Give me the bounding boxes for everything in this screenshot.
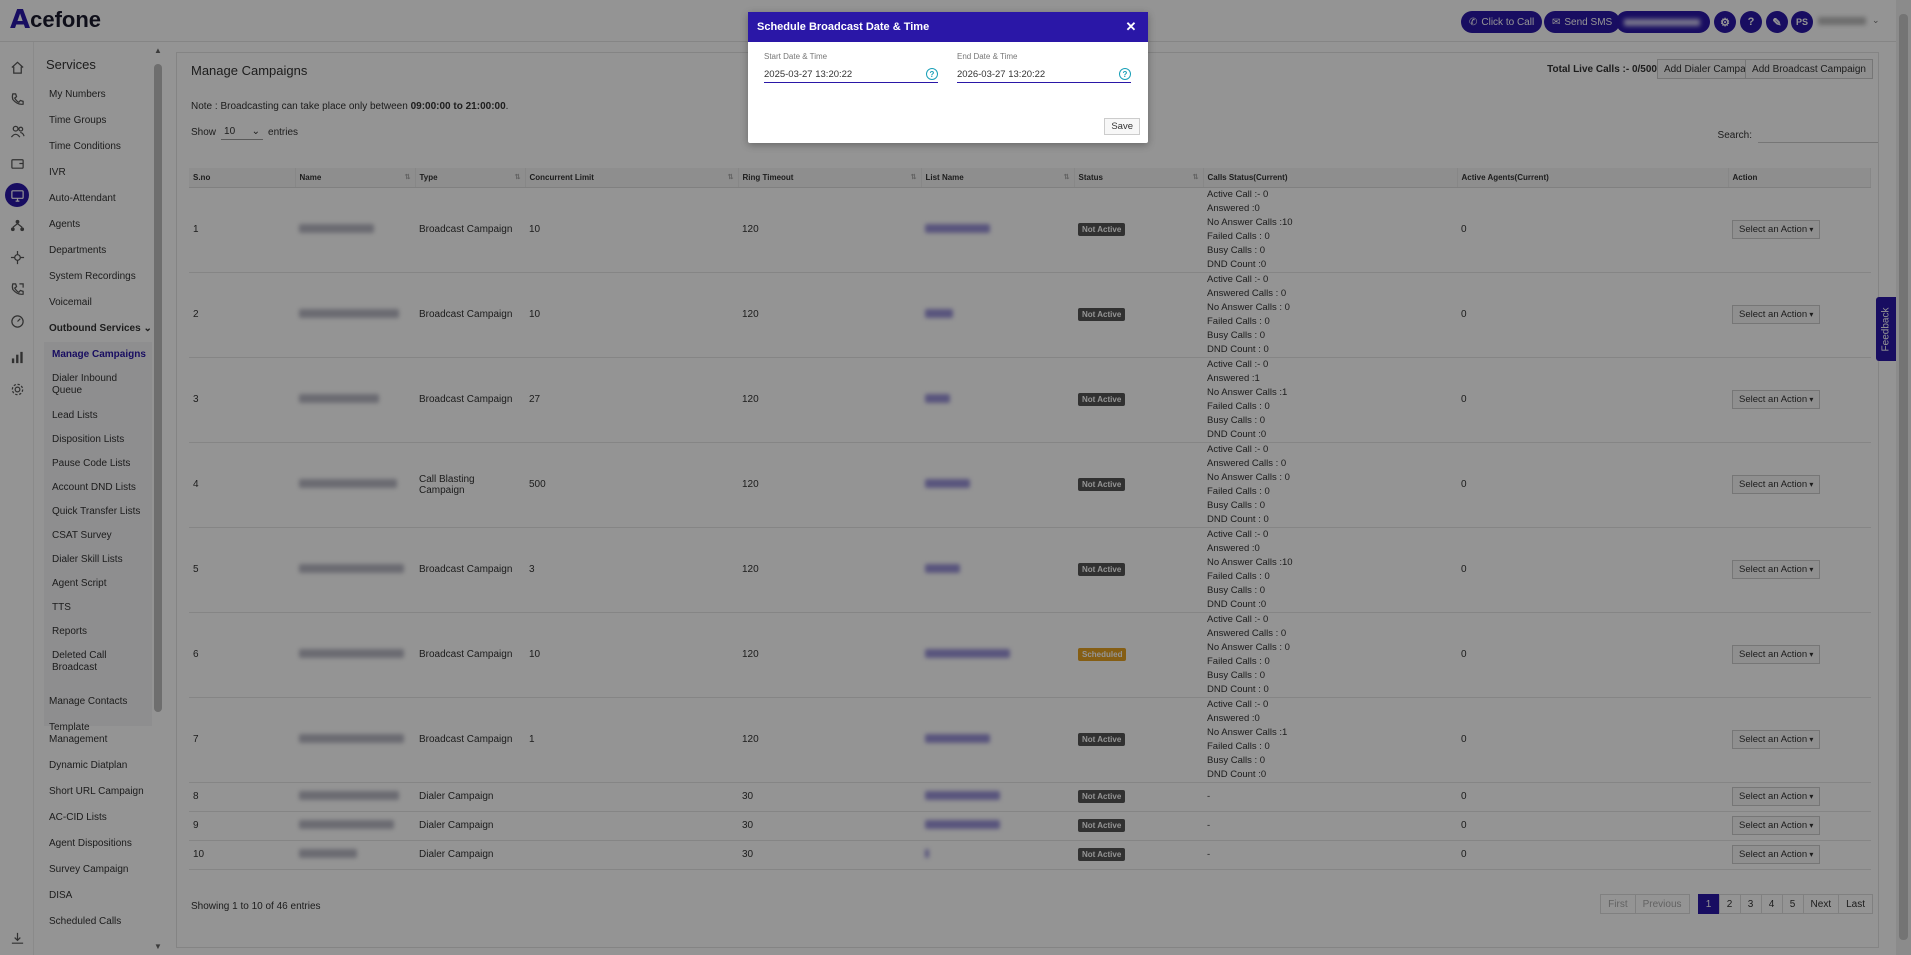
start-date-label: Start Date & Time (764, 52, 828, 61)
start-date-field: Start Date & Time 2025-03-27 13:20:22 ? (764, 52, 938, 83)
end-date-input[interactable]: 2026-03-27 13:20:22 ? (957, 66, 1131, 83)
modal-header: Schedule Broadcast Date & Time ✕ (748, 12, 1148, 42)
end-date-field: End Date & Time 2026-03-27 13:20:22 ? (957, 52, 1131, 83)
help-icon[interactable]: ? (926, 68, 938, 80)
modal-title: Schedule Broadcast Date & Time (757, 21, 930, 33)
schedule-broadcast-modal: Schedule Broadcast Date & Time ✕ Start D… (748, 12, 1148, 143)
modal-backdrop[interactable] (0, 0, 1911, 955)
help-icon[interactable]: ? (1119, 68, 1131, 80)
save-button[interactable]: Save (1104, 118, 1140, 135)
close-icon[interactable]: ✕ (1123, 19, 1139, 35)
end-date-label: End Date & Time (957, 52, 1018, 61)
start-date-input[interactable]: 2025-03-27 13:20:22 ? (764, 66, 938, 83)
